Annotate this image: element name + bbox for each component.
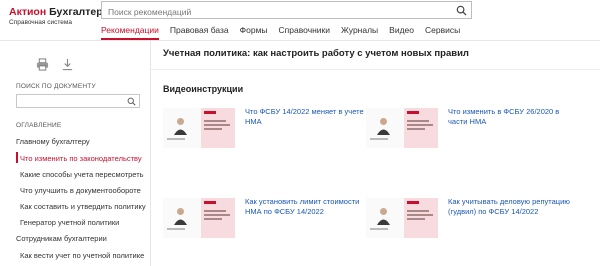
doc-search-box[interactable]: [16, 94, 140, 110]
video-link[interactable]: Что изменить в ФСБУ 26/2020 в части НМА: [448, 107, 573, 127]
video-link[interactable]: Что ФСБУ 14/2022 меняет в учете НМА: [245, 107, 370, 127]
toc-item-compose-policy[interactable]: Как составить и утвердить политику: [20, 202, 146, 211]
presenter-name-line: [167, 138, 185, 140]
video-thumbnail[interactable]: [163, 108, 235, 148]
toc-active-indicator: [16, 152, 18, 163]
video-title-card: [201, 198, 235, 238]
toc-item-accounting-methods[interactable]: Какие способы учета пересмотреть: [20, 170, 144, 179]
doc-search-label: ПОИСК ПО ДОКУМЕНТУ: [16, 83, 96, 90]
tab-video[interactable]: Видео: [389, 25, 414, 41]
logo-title: Актион Бухгалтерия: [9, 6, 115, 18]
video-thumbnail[interactable]: [163, 198, 235, 238]
doc-search-input[interactable]: [17, 97, 123, 110]
video-thumbnail[interactable]: [366, 198, 438, 238]
logo-brand: Актион: [9, 6, 47, 18]
tab-legal-base[interactable]: Правовая база: [170, 25, 229, 41]
video-link[interactable]: Как учитывать деловую репутацию (гудвил)…: [448, 197, 573, 217]
document-tools: [36, 58, 74, 71]
presenter-image: [174, 208, 187, 225]
toc-item-document-flow[interactable]: Что улучшить в документообороте: [20, 186, 141, 195]
logo[interactable]: Актион Бухгалтерия Справочная система: [9, 6, 115, 26]
toc-label: ОГЛАВЛЕНИЕ: [16, 122, 62, 129]
toc-item-policy-generator[interactable]: Генератор учетной политики: [20, 218, 119, 227]
search-box[interactable]: [101, 1, 472, 20]
print-icon[interactable]: [36, 58, 49, 71]
tab-references[interactable]: Справочники: [279, 25, 331, 41]
presenter-image: [377, 118, 390, 135]
video-thumbnail[interactable]: [366, 108, 438, 148]
toc-item-keep-records[interactable]: Как вести учет по учетной политике: [20, 251, 144, 260]
video-title-card: [404, 198, 438, 238]
presenter-image: [377, 208, 390, 225]
presenter-name-line: [370, 138, 388, 140]
title-divider: [151, 69, 600, 70]
search-input[interactable]: [102, 4, 442, 20]
toc-item-accounting-staff[interactable]: Сотрудникам бухгалтерии: [16, 234, 107, 243]
header-divider: [0, 40, 600, 41]
search-icon[interactable]: [127, 97, 136, 106]
presenter-image: [174, 118, 187, 135]
section-title: Видеоинструкции: [163, 84, 244, 94]
search-icon[interactable]: [456, 5, 467, 16]
presenter-name-line: [167, 228, 185, 230]
toc-item-chief-accountant[interactable]: Главному бухгалтеру: [16, 137, 90, 146]
video-title-card: [404, 108, 438, 148]
video-title-card: [201, 108, 235, 148]
download-icon[interactable]: [61, 58, 74, 71]
logo-subtitle: Справочная система: [9, 19, 72, 26]
page-title: Учетная политика: как настроить работу с…: [163, 48, 469, 59]
tab-forms[interactable]: Формы: [240, 25, 268, 41]
tab-journals[interactable]: Журналы: [341, 25, 378, 41]
presenter-name-line: [370, 228, 388, 230]
toc-item-legislation-changes[interactable]: Что изменить по законодательству: [20, 154, 142, 163]
sidebar-divider: [150, 41, 151, 266]
video-link[interactable]: Как установить лимит стоимости НМА по ФС…: [245, 197, 370, 217]
tab-services[interactable]: Сервисы: [425, 25, 460, 41]
